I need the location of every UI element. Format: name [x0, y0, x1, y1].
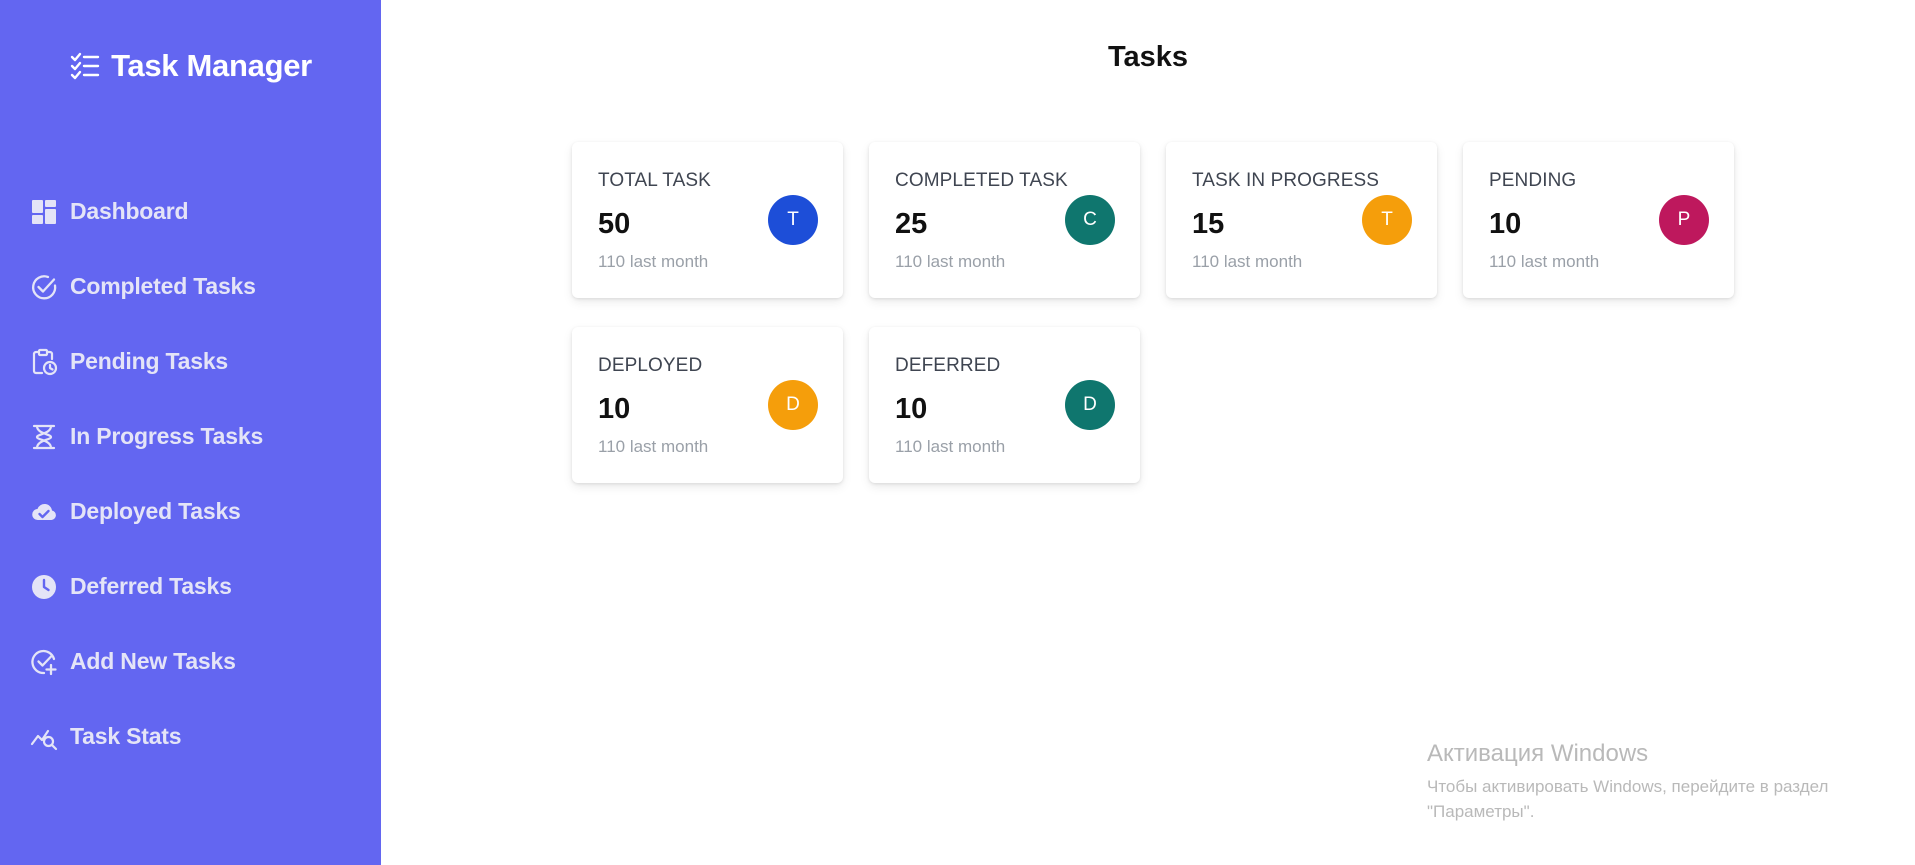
card-subtitle: 110 last month: [598, 437, 709, 456]
sidebar-item-in-progress-tasks[interactable]: In Progress Tasks: [30, 399, 263, 474]
card-value: 10: [1489, 208, 1522, 240]
card-label: COMPLETED TASK: [895, 170, 1068, 191]
card-label: DEFERRED: [895, 355, 1001, 376]
windows-activation-watermark: Активация Windows Чтобы активировать Win…: [1427, 740, 1877, 824]
sidebar-item-task-stats[interactable]: Task Stats: [30, 699, 263, 774]
card-avatar: C: [1065, 195, 1115, 245]
sidebar-item-dashboard[interactable]: Dashboard: [30, 174, 263, 249]
checklist-icon: [69, 50, 101, 82]
sidebar-item-label: Completed Tasks: [70, 273, 256, 299]
card-subtitle: 110 last month: [895, 252, 1006, 271]
card-subtitle: 110 last month: [895, 437, 1006, 456]
cloud-check-icon: [30, 498, 58, 526]
sidebar-item-label: Pending Tasks: [70, 348, 229, 374]
sidebar-item-pending-tasks[interactable]: Pending Tasks: [30, 324, 263, 399]
app-brand[interactable]: Task Manager: [0, 48, 381, 84]
task-card-deferred[interactable]: DEFERRED 10 110 last month D: [869, 327, 1140, 483]
card-value: 15: [1192, 208, 1225, 240]
sidebar-item-deferred-tasks[interactable]: Deferred Tasks: [30, 549, 263, 624]
sidebar-item-label: Add New Tasks: [70, 648, 236, 674]
task-card-completed[interactable]: COMPLETED TASK 25 110 last month C: [869, 142, 1140, 298]
task-card-deployed[interactable]: DEPLOYED 10 110 last month D: [572, 327, 843, 483]
sidebar-item-add-new-tasks[interactable]: Add New Tasks: [30, 624, 263, 699]
sidebar-item-label: In Progress Tasks: [70, 423, 264, 449]
page-title: Tasks: [1107, 41, 1189, 73]
card-label: PENDING: [1489, 170, 1577, 191]
sidebar-item-label: Deployed Tasks: [70, 498, 241, 524]
task-card-in-progress[interactable]: TASK IN PROGRESS 15 110 last month T: [1166, 142, 1437, 298]
card-label: TOTAL TASK: [598, 170, 711, 191]
dashboard-icon: [30, 198, 58, 226]
card-value: 50: [598, 208, 631, 240]
sidebar-item-label: Task Stats: [70, 723, 182, 749]
clipboard-clock-icon: [30, 348, 58, 376]
card-label: TASK IN PROGRESS: [1192, 170, 1380, 191]
sidebar-nav: Dashboard Completed Tasks Pending Tasks …: [30, 174, 263, 774]
card-avatar: T: [1362, 195, 1412, 245]
sidebar: Task Manager Dashboard Completed Tasks P…: [0, 0, 381, 865]
app-title: Task Manager: [111, 48, 312, 83]
check-circle-icon: [30, 273, 58, 301]
card-value: 10: [895, 393, 928, 425]
card-subtitle: 110 last month: [1192, 252, 1303, 271]
clock-icon: [30, 573, 58, 601]
sidebar-item-deployed-tasks[interactable]: Deployed Tasks: [30, 474, 263, 549]
card-label: DEPLOYED: [598, 355, 703, 376]
card-avatar: T: [768, 195, 818, 245]
task-card-total[interactable]: TOTAL TASK 50 110 last month T: [572, 142, 843, 298]
card-avatar: D: [1065, 380, 1115, 430]
hourglass-icon: [30, 423, 58, 451]
card-avatar: P: [1659, 195, 1709, 245]
sidebar-item-label: Dashboard: [70, 198, 189, 224]
watermark-title: Активация Windows: [1427, 740, 1649, 767]
card-value: 25: [895, 208, 928, 240]
card-subtitle: 110 last month: [1489, 252, 1600, 271]
card-subtitle: 110 last month: [598, 252, 709, 271]
watermark-text: Чтобы активировать Windows, перейдите в …: [1427, 777, 1829, 821]
card-avatar: D: [768, 380, 818, 430]
check-add-icon: [30, 648, 58, 676]
stats-search-icon: [30, 723, 58, 751]
task-card-pending[interactable]: PENDING 10 110 last month P: [1463, 142, 1734, 298]
sidebar-item-completed-tasks[interactable]: Completed Tasks: [30, 249, 263, 324]
sidebar-item-label: Deferred Tasks: [70, 573, 232, 599]
card-value: 10: [598, 393, 631, 425]
